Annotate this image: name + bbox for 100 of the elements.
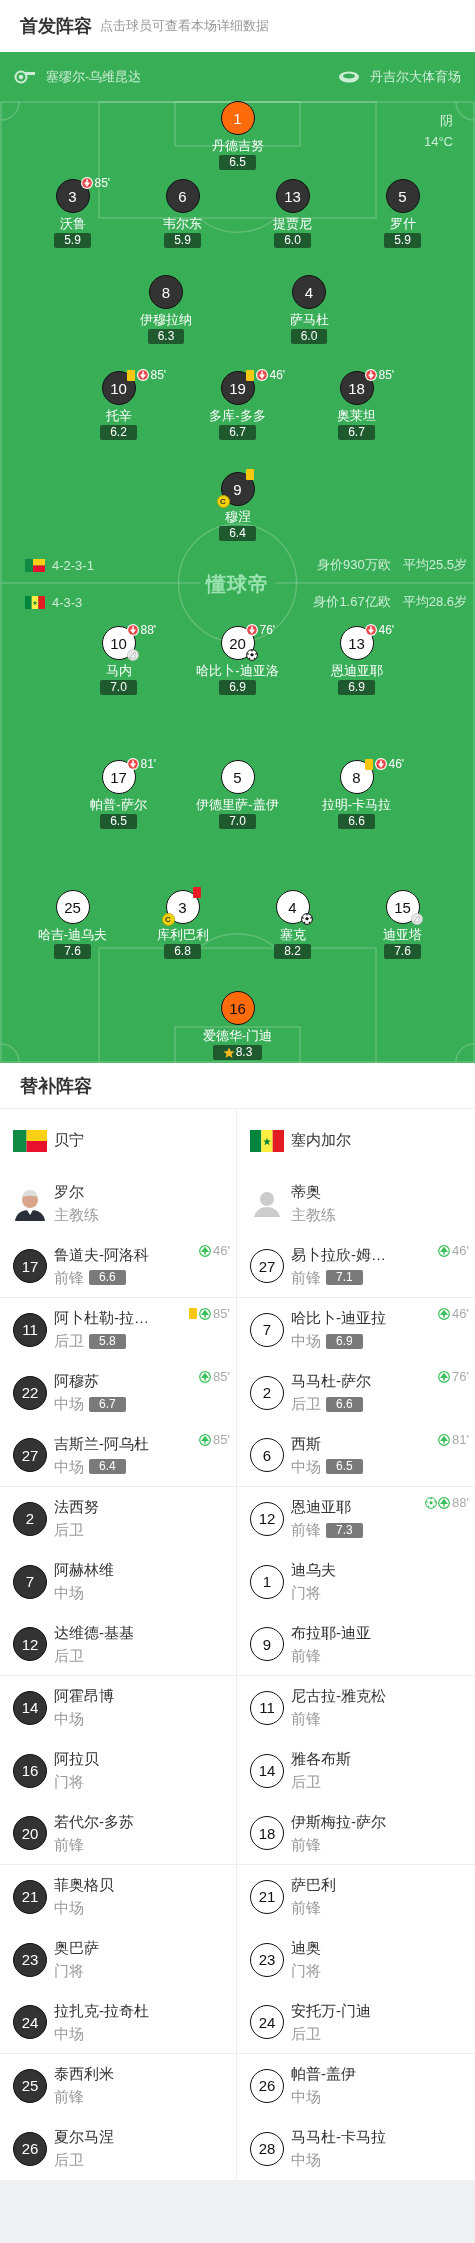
shirt-number[interactable]: 17 [13, 1249, 47, 1283]
player-name[interactable]: 恩迪亚耶 [291, 1497, 363, 1517]
ball-icon [300, 913, 313, 925]
shirt-number[interactable]: 6 [250, 1438, 284, 1472]
substitution-off-icon [374, 758, 387, 770]
shirt-number[interactable]: 13 [275, 179, 310, 213]
substitution-on-icon [199, 1433, 212, 1446]
player-name[interactable]: 萨巴利 [291, 1875, 336, 1895]
player-name[interactable]: 迪乌夫 [291, 1560, 336, 1580]
player-name[interactable]: 拉扎克-拉奇杜 [54, 2000, 149, 2021]
player-position: 中场 [291, 2087, 321, 2107]
player-rating: 6.7 [219, 425, 256, 440]
player-name[interactable]: 迪奥 [291, 1938, 321, 1958]
shirt-number[interactable]: 23 [13, 1942, 47, 1977]
player-name[interactable]: 易卜拉欣-姆… [291, 1244, 386, 1265]
shirt-number[interactable]: 15 [385, 890, 420, 924]
shirt-number[interactable]: 24 [250, 2005, 284, 2039]
player-name[interactable]: 阿赫林维 [54, 1560, 114, 1580]
shirt-number[interactable]: 20 [13, 1816, 47, 1850]
shirt-number[interactable]: 2 [250, 1375, 284, 1410]
player-name: 托辛 [105, 407, 132, 425]
shirt-number[interactable]: 18 [339, 371, 374, 405]
shirt-number[interactable]: 13 [339, 626, 374, 660]
player-name[interactable]: 若代尔-多苏 [54, 1811, 134, 1832]
shirt-number[interactable]: 1 [250, 1564, 284, 1599]
shirt-number[interactable]: 24 [13, 2005, 47, 2039]
shirt-number[interactable]: 21 [250, 1879, 284, 1914]
player-name[interactable]: 夏尔马涅 [54, 2127, 114, 2147]
shirt-number[interactable]: 18 [250, 1816, 284, 1850]
shirt-number[interactable]: 5 [385, 179, 420, 213]
player-name[interactable]: 阿卜杜勒-拉… [54, 1308, 149, 1328]
shirt-number[interactable]: 27 [250, 1249, 284, 1283]
shirt-number[interactable]: 28 [250, 2131, 284, 2166]
player-name[interactable]: 安托万-门迪 [291, 2000, 371, 2021]
substitution-on-icon [199, 1244, 212, 1257]
shirt-number[interactable]: 23 [250, 1942, 284, 1977]
player-rating: 7.6 [384, 944, 421, 959]
player-position: 前锋 [54, 1834, 84, 1855]
shirt-number[interactable]: 19 [220, 371, 255, 405]
player-name[interactable]: 奥巴萨 [54, 1938, 99, 1958]
player-name[interactable]: 哈比卜-迪亚拉 [291, 1308, 386, 1328]
player-rating: 6.9 [338, 680, 375, 695]
shirt-number[interactable]: 2 [13, 1501, 47, 1536]
team-value: 身价930万欧 [317, 556, 391, 574]
star-icon [222, 1046, 235, 1059]
shirt-number[interactable]: 27 [13, 1438, 47, 1472]
average-age: 平均28.6岁 [402, 593, 467, 611]
player-name[interactable]: 泰西利米 [54, 2064, 114, 2084]
player-name[interactable]: 吉斯兰-阿乌杜 [54, 1433, 149, 1454]
player-name[interactable]: 帕普-盖伊 [291, 2064, 356, 2084]
shirt-number[interactable]: 14 [250, 1753, 284, 1788]
player-name[interactable]: 尼古拉-雅克松 [291, 1686, 386, 1706]
shirt-number[interactable]: 21 [13, 1879, 47, 1914]
player-rating: 6.4 [89, 1459, 126, 1474]
player-name[interactable]: 法西努 [54, 1497, 99, 1517]
player-position: 后卫 [291, 2023, 321, 2044]
shirt-number[interactable]: 14 [13, 1690, 47, 1725]
substitution-on-icon [438, 1496, 451, 1509]
shirt-number[interactable]: 5 [220, 760, 255, 794]
shirt-number[interactable]: 7 [13, 1564, 47, 1599]
shirt-number[interactable]: 8 [149, 275, 183, 309]
player-rating: 6.3 [147, 329, 185, 344]
shirt-number[interactable]: 16 [13, 1753, 47, 1788]
player-name[interactable]: 菲奥格贝 [54, 1875, 114, 1895]
shirt-number[interactable]: 3 [55, 179, 90, 213]
player-name[interactable]: 达维德-基基 [54, 1622, 134, 1643]
shirt-number[interactable]: 11 [13, 1312, 47, 1347]
player-name[interactable]: 马马杜-萨尔 [291, 1371, 371, 1391]
shirt-number[interactable]: 22 [13, 1375, 47, 1410]
player-rating: 8.3 [212, 1045, 263, 1060]
caution-card-icon [126, 369, 135, 381]
player-position: 门将 [54, 1961, 84, 1981]
player-position: 中场 [54, 1394, 84, 1414]
shirt-number[interactable]: 25 [13, 2068, 47, 2103]
shirt-number[interactable]: 10 [101, 371, 136, 405]
shirt-number[interactable]: 4 [275, 890, 310, 924]
player-name[interactable]: 伊斯梅拉-萨尔 [291, 1811, 386, 1832]
player-name[interactable]: 布拉耶-迪亚 [291, 1622, 371, 1643]
player-position: 门将 [291, 1583, 321, 1603]
shirt-number[interactable]: 11 [250, 1690, 284, 1725]
shirt-number[interactable]: 12 [13, 1627, 47, 1661]
shirt-number[interactable]: 4 [292, 275, 326, 309]
shirt-number[interactable]: 26 [13, 2131, 47, 2166]
player-name[interactable]: 阿穆苏 [54, 1371, 126, 1391]
player-name[interactable]: 雅各布斯 [291, 1749, 351, 1769]
player-name[interactable]: 鲁道夫-阿洛科 [54, 1244, 149, 1265]
shirt-number[interactable]: 9 [250, 1627, 284, 1661]
shirt-number[interactable]: 25 [55, 890, 90, 924]
player-name[interactable]: 阿拉贝 [54, 1749, 99, 1769]
shirt-number[interactable]: 6 [165, 179, 200, 213]
player-name[interactable]: 西斯 [291, 1433, 363, 1454]
shirt-number[interactable]: 8 [339, 760, 374, 794]
shirt-number[interactable]: 7 [250, 1312, 284, 1347]
shirt-number[interactable]: 12 [250, 1501, 284, 1536]
player-name[interactable]: 马马杜-卡马拉 [291, 2127, 386, 2147]
player-name[interactable]: 阿霍昂博 [54, 1686, 114, 1706]
shirt-number[interactable]: 16 [220, 991, 255, 1025]
player-name: 丹德吉努 [211, 137, 264, 155]
shirt-number[interactable]: 17 [101, 760, 136, 794]
shirt-number[interactable]: 26 [250, 2068, 284, 2103]
